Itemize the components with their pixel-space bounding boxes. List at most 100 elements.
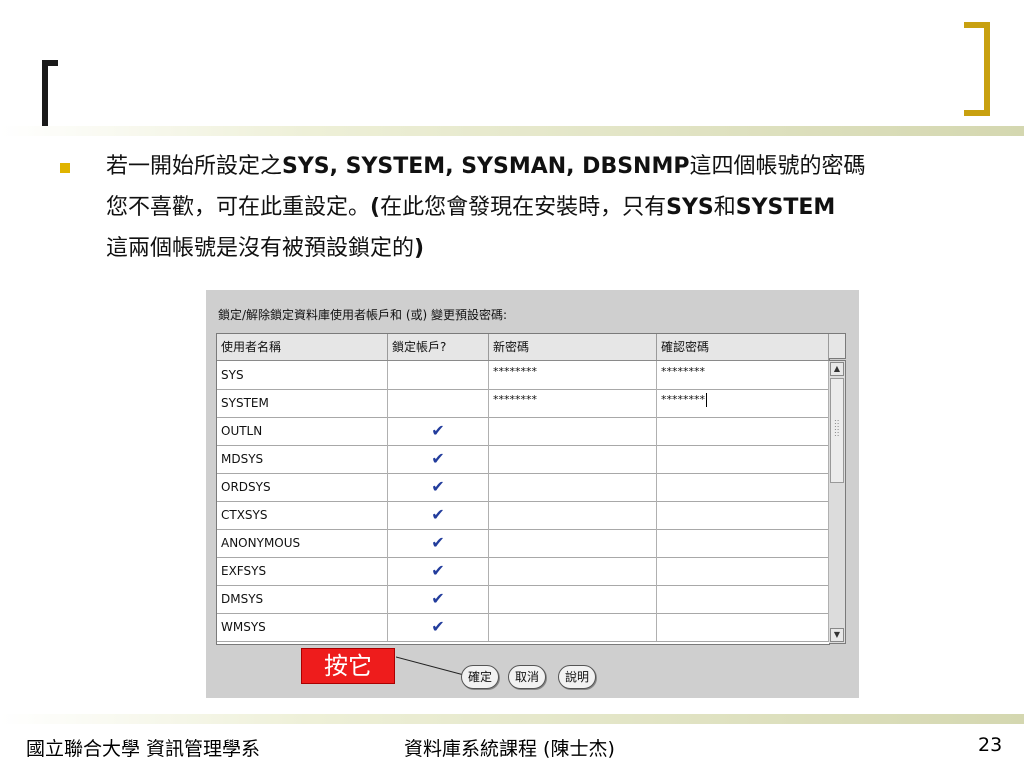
confirm-password-input[interactable]	[657, 585, 829, 613]
new-password-input[interactable]	[489, 529, 657, 557]
top-divider-band	[0, 126, 1024, 136]
lock-checkbox[interactable]: ✔	[388, 529, 489, 557]
footer-department: 國立聯合大學 資訊管理學系	[26, 738, 261, 760]
confirm-password-input[interactable]	[657, 473, 829, 501]
bullet-text: 若一開始所設定之SYS, SYSTEM, SYSMAN, DBSNMP這四個帳號…	[106, 146, 986, 269]
table-row: EXFSYS ✔	[217, 557, 829, 586]
text-run-bold: (	[370, 195, 381, 220]
text-run: 您不喜歡，可在此重設定。	[106, 195, 371, 220]
checkmark-icon: ✔	[431, 561, 445, 580]
lock-checkbox[interactable]: ✔	[388, 613, 489, 641]
username-cell: ANONYMOUS	[217, 529, 388, 557]
new-password-input[interactable]	[489, 501, 657, 529]
lock-checkbox[interactable]: ✔	[388, 585, 489, 613]
table-row: MDSYS ✔	[217, 445, 829, 474]
confirm-password-input[interactable]: ********	[657, 361, 829, 389]
username-cell: MDSYS	[217, 445, 388, 473]
confirm-password-input[interactable]	[657, 501, 829, 529]
text-cursor	[706, 393, 707, 407]
confirm-password-input[interactable]	[657, 445, 829, 473]
table-row: SYSTEM ******** ********	[217, 389, 829, 418]
help-button[interactable]: 說明	[558, 665, 597, 689]
account-table: 使用者名稱 鎖定帳戶? 新密碼 確認密碼 SYS ******** ******…	[216, 333, 830, 645]
lock-checkbox[interactable]: ✔	[388, 501, 489, 529]
username-cell: EXFSYS	[217, 557, 388, 585]
new-password-input[interactable]	[489, 557, 657, 585]
confirm-password-input[interactable]: ********	[657, 389, 829, 417]
column-header-username[interactable]: 使用者名稱	[217, 334, 388, 360]
table-row: SYS ******** ********	[217, 361, 829, 390]
username-cell: DMSYS	[217, 585, 388, 613]
text-run: 若一開始所設定之	[106, 154, 283, 179]
new-password-input[interactable]	[489, 417, 657, 445]
scrollbar-thumb[interactable]: ::::::	[830, 378, 844, 483]
callout-label: 按它	[301, 648, 395, 684]
footer-course: 資料庫系統課程 (陳士杰)	[404, 738, 615, 760]
confirm-password-value: ********	[661, 393, 705, 406]
column-header-lock[interactable]: 鎖定帳戶?	[388, 334, 489, 360]
checkmark-icon: ✔	[431, 617, 445, 636]
table-row: OUTLN ✔	[217, 417, 829, 446]
confirm-password-input[interactable]	[657, 557, 829, 585]
table-row: CTXSYS ✔	[217, 501, 829, 530]
lock-checkbox[interactable]: ✔	[388, 473, 489, 501]
table-row: ORDSYS ✔	[217, 473, 829, 502]
grip-dots-icon: ::::::	[834, 417, 840, 438]
ok-button[interactable]: 確定	[461, 665, 500, 689]
lock-checkbox[interactable]	[388, 361, 489, 389]
bullet-line-2: 您不喜歡，可在此重設定。(在此您會發現在安裝時，只有SYS和SYSTEM	[106, 187, 986, 228]
username-cell: OUTLN	[217, 417, 388, 445]
lock-checkbox[interactable]: ✔	[388, 417, 489, 445]
username-cell: ORDSYS	[217, 473, 388, 501]
page-number: 23	[978, 734, 1003, 756]
dialog-caption: 鎖定/解除鎖定資料庫使用者帳戶和 (或) 變更預設密碼:	[218, 308, 508, 322]
bullet-line-1: 若一開始所設定之SYS, SYSTEM, SYSMAN, DBSNMP這四個帳號…	[106, 146, 986, 187]
username-cell: CTXSYS	[217, 501, 388, 529]
new-password-input[interactable]: ********	[489, 389, 657, 417]
new-password-input[interactable]	[489, 445, 657, 473]
lock-checkbox[interactable]: ✔	[388, 445, 489, 473]
checkmark-icon: ✔	[431, 505, 445, 524]
lock-checkbox[interactable]	[388, 389, 489, 417]
new-password-input[interactable]	[489, 613, 657, 641]
bottom-divider-band	[0, 714, 1024, 724]
table-row: DMSYS ✔	[217, 585, 829, 614]
column-header-new-password[interactable]: 新密碼	[489, 334, 657, 360]
confirm-password-input[interactable]	[657, 613, 829, 641]
bullet-line-3: 這兩個帳號是沒有被預設鎖定的)	[106, 228, 986, 269]
text-run-bold: )	[414, 236, 425, 261]
checkmark-icon: ✔	[431, 421, 445, 440]
username-cell: WMSYS	[217, 613, 388, 641]
left-bracket-decoration	[42, 60, 58, 136]
scrollbar-corner	[829, 333, 846, 359]
confirm-password-input[interactable]	[657, 529, 829, 557]
cancel-button[interactable]: 取消	[508, 665, 547, 689]
checkmark-icon: ✔	[431, 449, 445, 468]
checkmark-icon: ✔	[431, 589, 445, 608]
text-run-bold: SYSTEM	[735, 195, 836, 220]
text-run-bold: SYS	[666, 195, 714, 220]
text-run-bold: SYS, SYSTEM, SYSMAN, DBSNMP	[282, 154, 690, 179]
table-row: ANONYMOUS ✔	[217, 529, 829, 558]
scroll-up-arrow-icon[interactable]: ▲	[830, 362, 844, 376]
text-run: 在此您會發現在安裝時，只有	[380, 195, 667, 220]
new-password-input[interactable]: ********	[489, 361, 657, 389]
table-header: 使用者名稱 鎖定帳戶? 新密碼 確認密碼	[217, 334, 829, 361]
account-dialog-panel: 鎖定/解除鎖定資料庫使用者帳戶和 (或) 變更預設密碼: 使用者名稱 鎖定帳戶?…	[206, 290, 859, 698]
username-cell: SYS	[217, 361, 388, 389]
table-row: WMSYS ✔	[217, 613, 829, 642]
text-run: 和	[713, 195, 736, 220]
right-bracket-decoration	[964, 22, 990, 116]
confirm-password-input[interactable]	[657, 417, 829, 445]
scroll-down-arrow-icon[interactable]: ▼	[830, 628, 844, 642]
bullet-square-icon	[60, 163, 70, 173]
column-header-confirm-password[interactable]: 確認密碼	[657, 334, 829, 360]
vertical-scrollbar[interactable]: ▲ :::::: ▼	[829, 360, 846, 644]
text-run: 這兩個帳號是沒有被預設鎖定的	[106, 236, 415, 261]
checkmark-icon: ✔	[431, 477, 445, 496]
new-password-input[interactable]	[489, 473, 657, 501]
lock-checkbox[interactable]: ✔	[388, 557, 489, 585]
checkmark-icon: ✔	[431, 533, 445, 552]
new-password-input[interactable]	[489, 585, 657, 613]
username-cell: SYSTEM	[217, 389, 388, 417]
